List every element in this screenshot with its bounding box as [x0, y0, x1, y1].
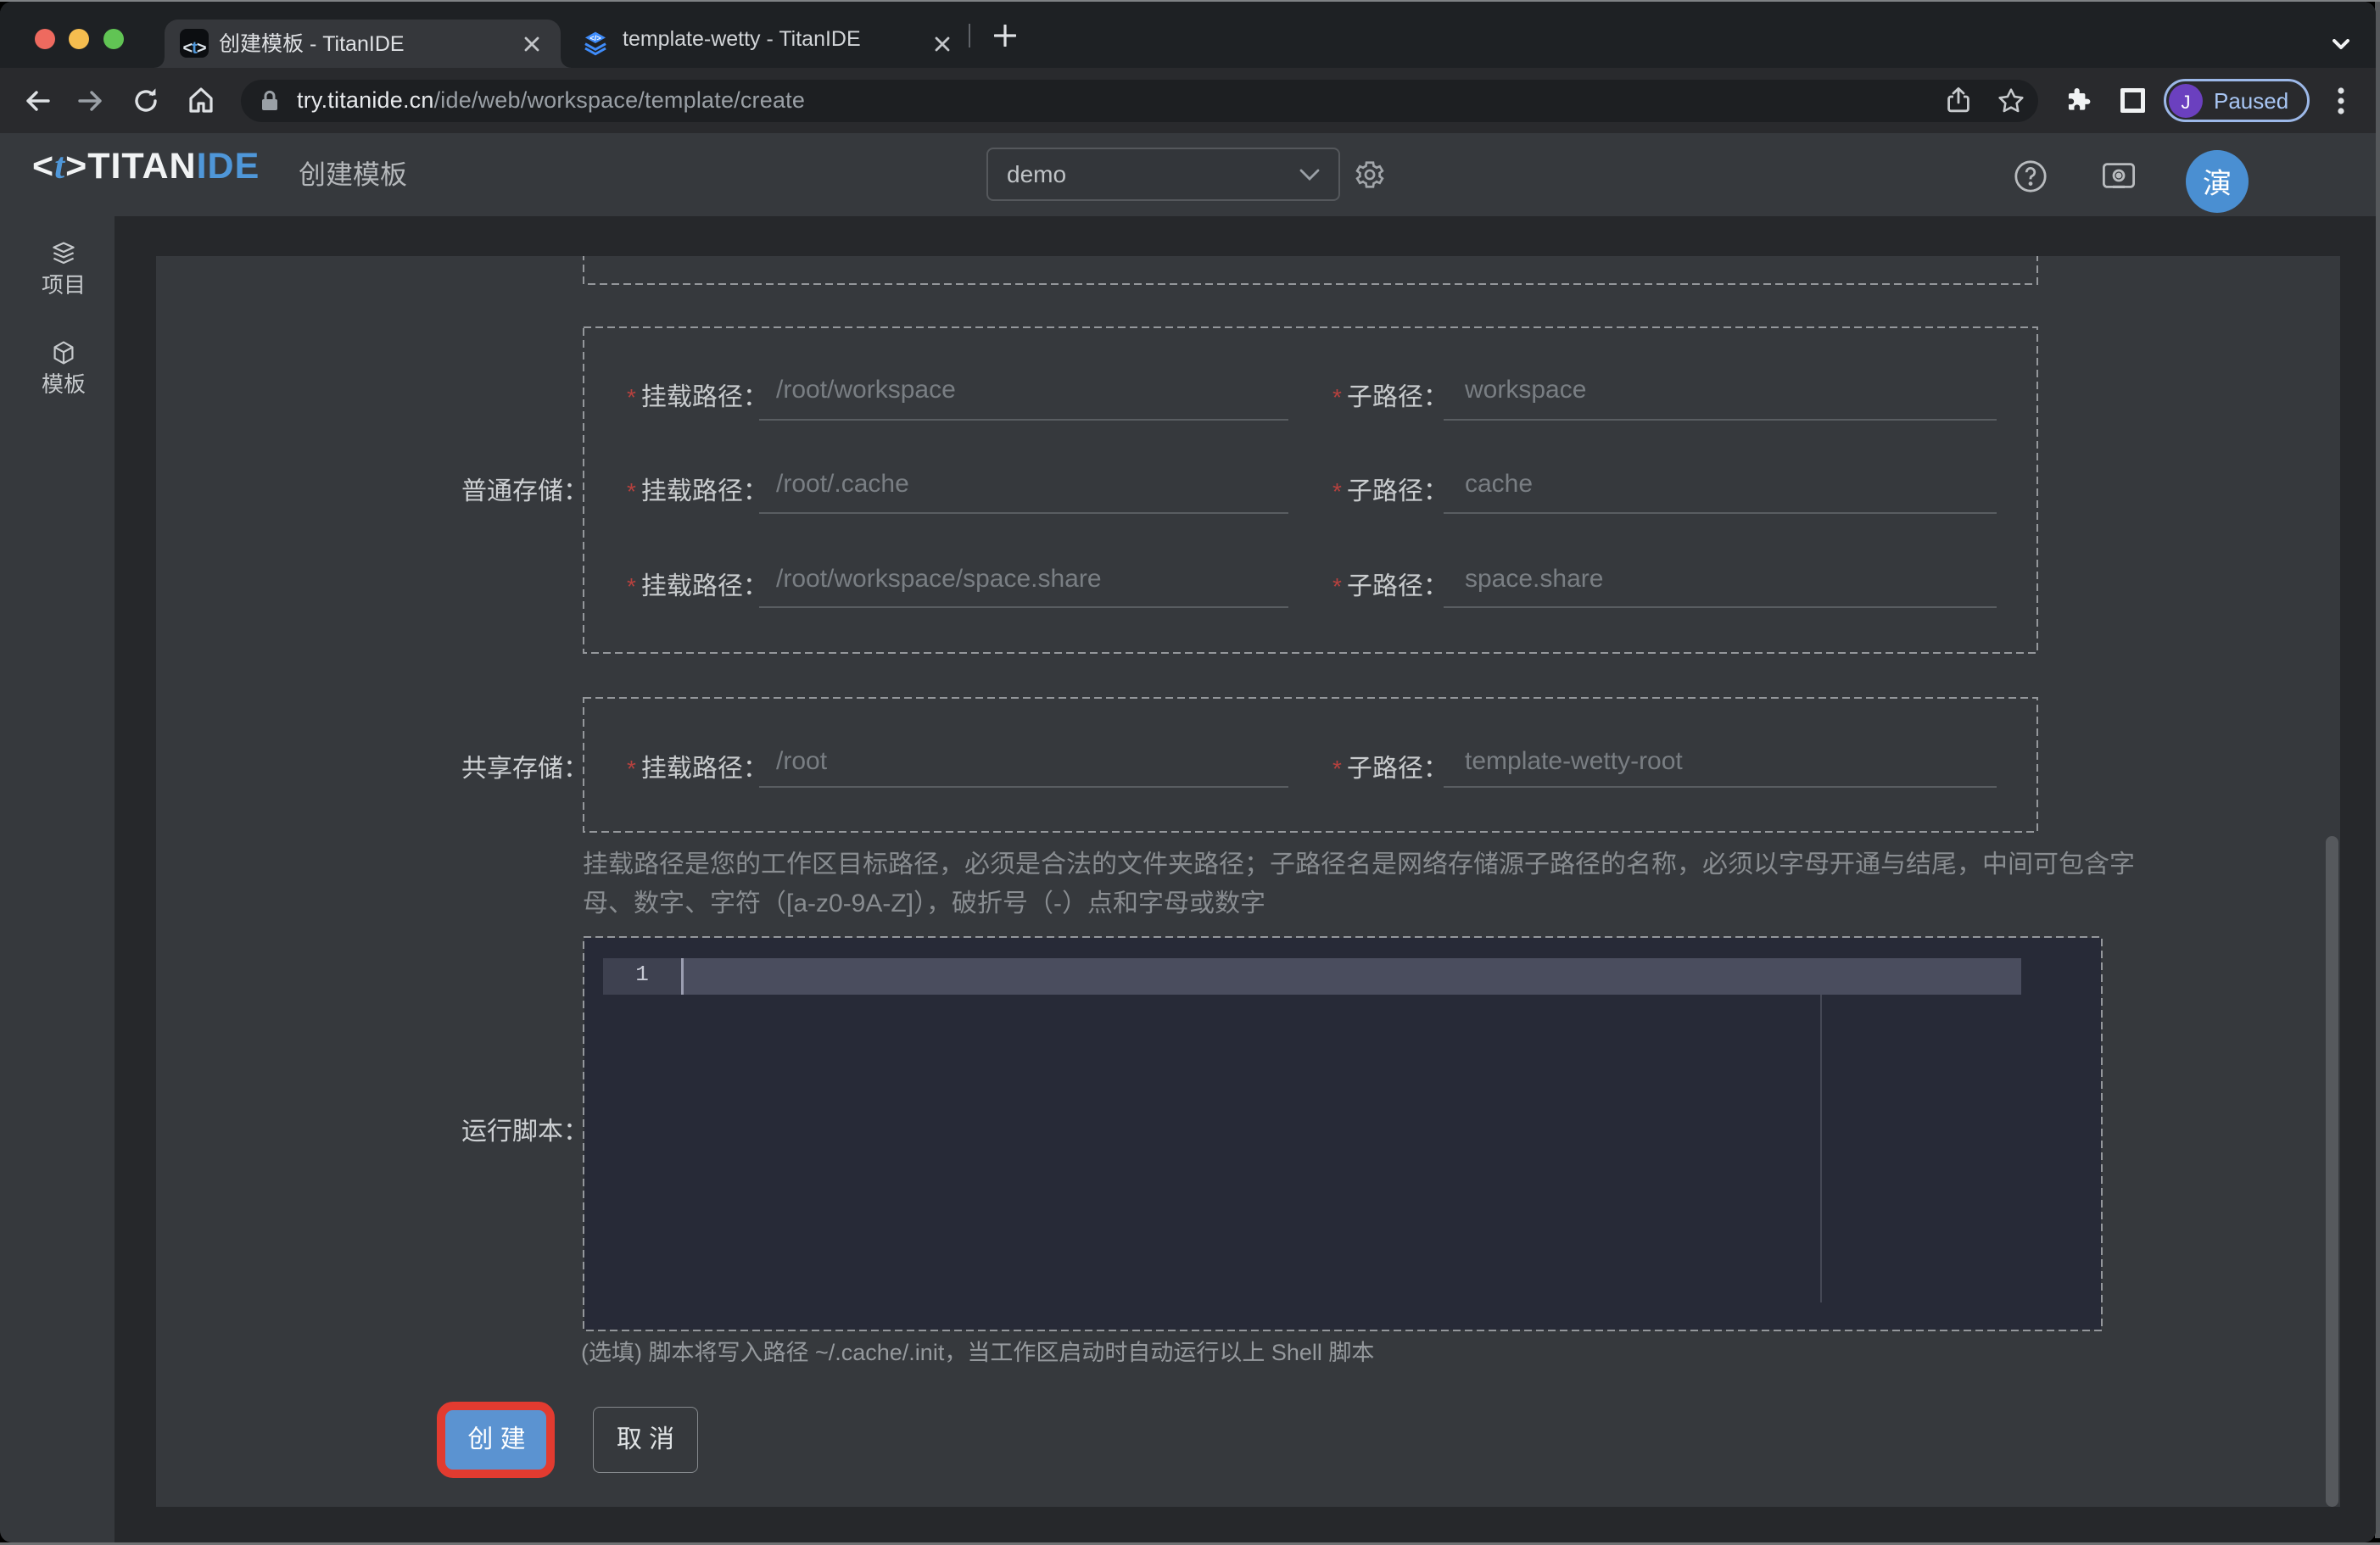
svg-text:</>: </>	[589, 34, 601, 42]
